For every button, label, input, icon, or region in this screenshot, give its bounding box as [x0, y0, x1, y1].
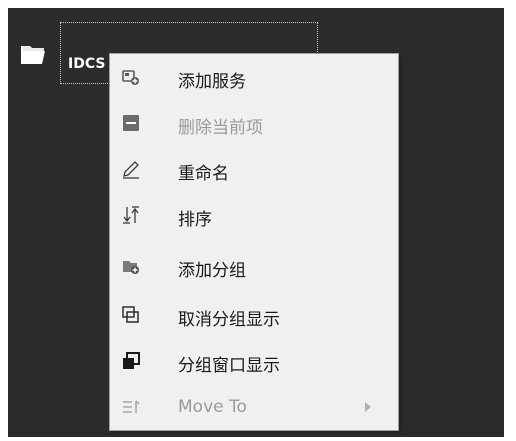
menu-item-label: 删除当前项 — [178, 118, 263, 138]
sort-icon — [120, 204, 142, 226]
menu-item-label: 添加服务 — [178, 72, 246, 92]
menu-item-ungroup-display[interactable]: 取消分组显示 — [110, 298, 398, 332]
menu-item-rename[interactable]: 重命名 — [110, 152, 398, 186]
pencil-icon — [120, 158, 142, 180]
tree-node-label: IDCS — [68, 56, 106, 72]
menu-item-label: 添加分组 — [178, 261, 246, 281]
add-service-icon — [120, 66, 142, 88]
menu-item-label: 重命名 — [178, 164, 229, 184]
submenu-arrow-icon — [365, 402, 371, 412]
menu-item-move-to[interactable]: Move To — [110, 390, 398, 424]
menu-item-label: 排序 — [178, 210, 212, 230]
menu-item-sort[interactable]: 排序 — [110, 198, 398, 232]
delete-icon — [120, 112, 142, 134]
group-window-icon — [120, 350, 142, 372]
menu-item-label: 分组窗口显示 — [178, 356, 280, 376]
menu-item-label: Move To — [178, 397, 247, 417]
context-menu: 添加服务 删除当前项 重命名 排序 添加分组 取消分组显示 分组窗口显示 Mov… — [109, 53, 399, 431]
menu-item-add-group[interactable]: 添加分组 — [110, 249, 398, 283]
menu-item-delete[interactable]: 删除当前项 — [110, 106, 398, 140]
menu-item-add-service[interactable]: 添加服务 — [110, 60, 398, 94]
folder-open-icon — [21, 46, 45, 64]
add-group-icon — [120, 255, 142, 277]
menu-item-group-window-display[interactable]: 分组窗口显示 — [110, 344, 398, 378]
tree-node-idcs[interactable]: IDCS — [20, 43, 105, 72]
menu-item-label: 取消分组显示 — [178, 310, 280, 330]
move-to-icon — [120, 396, 142, 418]
ungroup-icon — [120, 304, 142, 326]
